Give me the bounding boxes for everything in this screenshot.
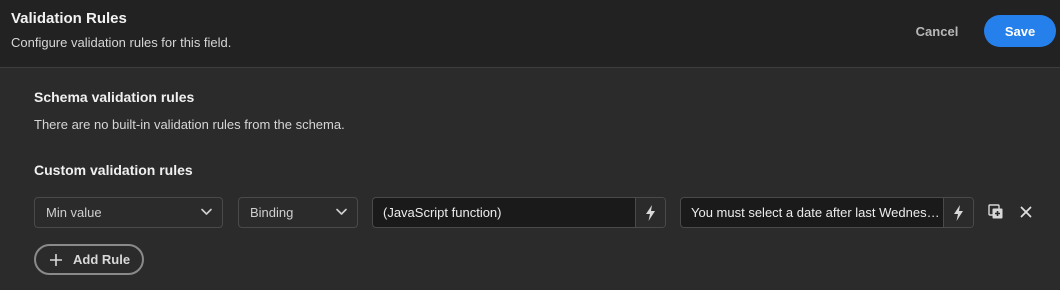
cancel-button[interactable]: Cancel — [905, 16, 969, 46]
value-type-value: Binding — [250, 205, 294, 220]
schema-rules-heading: Schema validation rules — [34, 89, 195, 105]
plus-icon — [50, 253, 62, 266]
chevron-down-icon — [201, 208, 212, 215]
lightning-bolt-icon — [646, 204, 655, 221]
rule-value-field — [372, 197, 666, 228]
rule-value-input[interactable] — [373, 198, 635, 227]
error-binding-button[interactable] — [943, 198, 973, 227]
rule-type-value: Min value — [46, 205, 102, 220]
value-type-picker[interactable]: Binding — [238, 197, 358, 228]
add-rule-button[interactable]: Add Rule — [34, 244, 144, 275]
modal-subtitle: Configure validation rules for this fiel… — [11, 35, 232, 50]
close-icon — [1020, 206, 1032, 218]
save-button[interactable]: Save — [984, 15, 1056, 47]
rule-type-picker[interactable]: Min value — [34, 197, 223, 228]
schema-rules-description: There are no built-in validation rules f… — [34, 117, 345, 132]
modal-header: Validation Rules Configure validation ru… — [0, 0, 1060, 68]
duplicate-rule-button[interactable] — [986, 202, 1006, 222]
duplicate-icon — [988, 204, 1003, 219]
delete-rule-button[interactable] — [1016, 202, 1036, 222]
error-message-input[interactable] — [681, 198, 943, 227]
custom-rules-heading: Custom validation rules — [34, 162, 193, 178]
error-message-field — [680, 197, 974, 228]
modal-title: Validation Rules — [11, 10, 127, 27]
value-binding-button[interactable] — [635, 198, 665, 227]
lightning-bolt-icon — [954, 204, 963, 221]
add-rule-label: Add Rule — [73, 252, 131, 267]
chevron-down-icon — [336, 208, 347, 215]
